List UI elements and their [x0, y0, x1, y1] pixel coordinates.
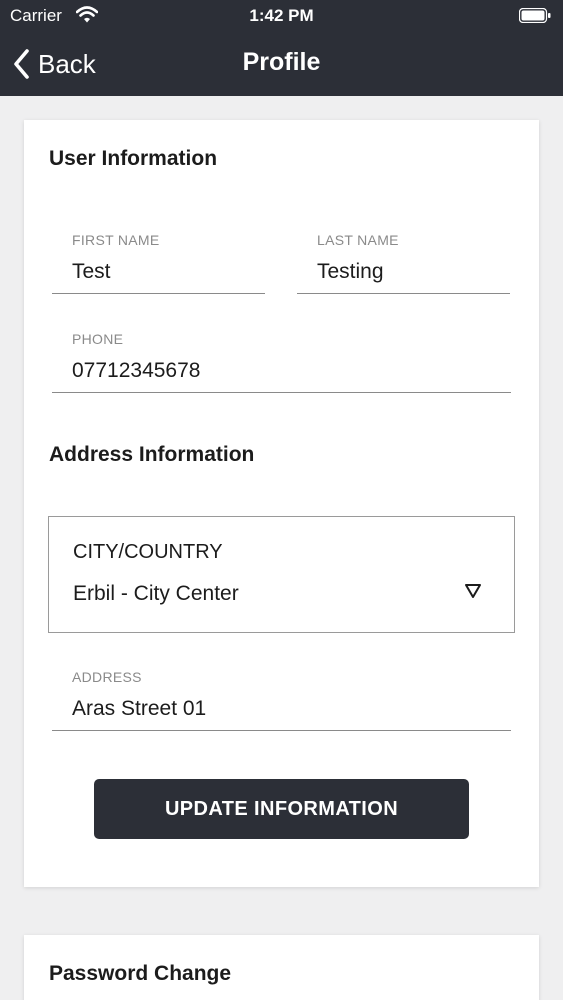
dropdown-triangle-icon [465, 584, 481, 598]
address-underline [52, 730, 511, 731]
first-name-value: Test [72, 260, 111, 283]
profile-form-card: User Information FIRST NAME Test LAST NA… [24, 120, 539, 887]
phone-label: PHONE [72, 331, 124, 347]
phone-underline [52, 392, 511, 393]
navigation-bar: Carrier 1:42 PM Back Profile [0, 0, 563, 96]
address-field[interactable]: ADDRESS Aras Street 01 [52, 667, 511, 731]
first-name-label: FIRST NAME [72, 232, 160, 248]
city-country-label: CITY/COUNTRY [73, 541, 223, 563]
password-change-card: Password Change [24, 935, 539, 1000]
last-name-value: Testing [317, 260, 384, 283]
page-title: Profile [242, 48, 321, 76]
password-change-heading: Password Change [49, 962, 232, 985]
last-name-label: LAST NAME [317, 232, 399, 248]
last-name-field[interactable]: LAST NAME Testing [297, 230, 510, 294]
update-information-button[interactable]: UPDATE INFORMATION [94, 779, 469, 839]
first-name-field[interactable]: FIRST NAME Test [52, 230, 265, 294]
first-name-underline [52, 293, 265, 294]
user-information-heading: User Information [49, 147, 218, 170]
battery-icon [519, 8, 551, 23]
last-name-underline [297, 293, 510, 294]
phone-value: 07712345678 [72, 359, 201, 382]
phone-field[interactable]: PHONE 07712345678 [52, 329, 511, 393]
address-value: Aras Street 01 [72, 697, 207, 720]
address-information-heading: Address Information [49, 443, 255, 466]
city-country-select[interactable]: CITY/COUNTRY Erbil - City Center [48, 516, 515, 633]
city-country-value: Erbil - City Center [73, 582, 239, 605]
address-label: ADDRESS [72, 669, 142, 685]
status-time: 1:42 PM [249, 6, 314, 25]
